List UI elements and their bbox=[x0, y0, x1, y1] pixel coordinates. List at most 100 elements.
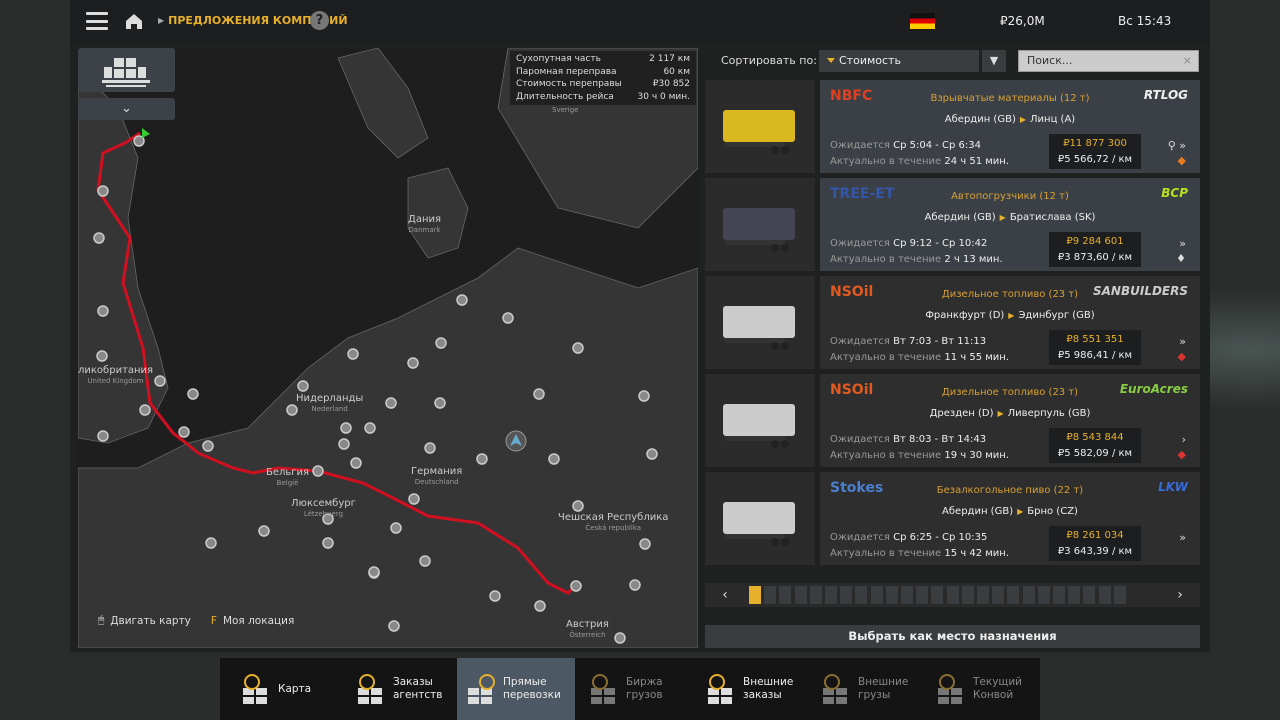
hazard-icon: ◆ bbox=[1177, 350, 1186, 363]
page-indicator[interactable] bbox=[931, 586, 944, 604]
urgency-icon: › bbox=[1181, 433, 1186, 446]
job-offer-row[interactable]: TREE-ET Автопогрузчики (12 т) BCP Аберди… bbox=[705, 178, 1200, 271]
expected-label: Ожидается bbox=[830, 336, 890, 347]
tab-freight-market[interactable]: Биржа грузов bbox=[588, 658, 663, 720]
help-button[interactable]: ? bbox=[310, 11, 329, 30]
page-indicator[interactable] bbox=[1083, 586, 1096, 604]
origin: Абердин (GB) bbox=[944, 114, 1016, 125]
job-offer-row[interactable]: Stokes Безалкогольное пиво (22 т) LKW Аб… bbox=[705, 472, 1200, 565]
page-indicator[interactable] bbox=[1022, 586, 1035, 604]
prev-page-button[interactable]: ‹ bbox=[705, 583, 745, 607]
current-convoy-icon bbox=[938, 674, 962, 704]
tab-label: Заказы bbox=[393, 676, 433, 688]
valid-label: Актуально в течение bbox=[830, 351, 942, 363]
cargo-name: Автопогрузчики (12 т) bbox=[951, 191, 1069, 202]
page-indicator[interactable] bbox=[1007, 586, 1020, 604]
sort-label: Сортировать по: bbox=[721, 54, 817, 67]
page-indicator[interactable] bbox=[1098, 586, 1111, 604]
mouse-icon: 🖱 bbox=[98, 614, 105, 626]
sort-select[interactable]: Стоимость bbox=[819, 50, 979, 72]
route: Абердин (GB) ▶ Братислава (SK) bbox=[820, 212, 1200, 223]
page-indicator[interactable] bbox=[764, 586, 777, 604]
page-indicator[interactable] bbox=[1068, 586, 1081, 604]
page-indicator[interactable] bbox=[840, 586, 853, 604]
valid-label: Актуально в течение bbox=[830, 547, 942, 559]
money-balance: ₽26,0M bbox=[1000, 14, 1045, 28]
route: Дрезден (D) ▶ Ливерпуль (GB) bbox=[820, 408, 1200, 419]
tab-current-convoy[interactable]: Текущий Конвой bbox=[935, 658, 1022, 720]
page-indicator[interactable] bbox=[901, 586, 913, 604]
route-map[interactable]: Дания Danmark ликобритания United Kingdom … bbox=[78, 48, 698, 648]
total-price: ₽8 551 351 bbox=[1066, 334, 1124, 345]
page-indicator[interactable] bbox=[1037, 586, 1050, 604]
price-box: ₽8 543 844 ₽5 582,09 / км bbox=[1049, 428, 1141, 463]
tab-external-cargo[interactable]: Внешние грузы bbox=[820, 658, 908, 720]
map-label-netherlands: Нидерланды Nederland bbox=[296, 393, 364, 413]
page-indicator[interactable] bbox=[855, 586, 868, 604]
map-canvas[interactable] bbox=[78, 48, 698, 648]
home-icon[interactable] bbox=[125, 13, 143, 30]
page-indicator[interactable] bbox=[992, 586, 1005, 604]
tab-label: Карта bbox=[278, 682, 312, 695]
tab-sublabel: перевозки bbox=[503, 689, 561, 701]
page-indicator[interactable] bbox=[1053, 586, 1065, 604]
valid-time: 19 ч 30 мин. bbox=[944, 449, 1010, 461]
tab-external-contracts[interactable]: Внешние заказы bbox=[705, 658, 793, 720]
destination: Линц (A) bbox=[1030, 114, 1076, 125]
arrow-icon: ▶ bbox=[999, 213, 1006, 222]
expected-time: Вт 8:03 - Вт 14:43 bbox=[893, 434, 987, 445]
page-indicator[interactable] bbox=[749, 586, 761, 604]
next-page-button[interactable]: › bbox=[1160, 583, 1200, 607]
page-indicator[interactable] bbox=[809, 586, 822, 604]
tab-map[interactable]: Карта bbox=[240, 658, 311, 720]
job-offer-row[interactable]: NSOil Дизельное топливо (23 т) SANBUILDE… bbox=[705, 276, 1200, 369]
destination: Брно (CZ) bbox=[1027, 506, 1078, 517]
trailer-image bbox=[705, 374, 815, 467]
clear-search-icon[interactable]: × bbox=[1183, 51, 1192, 71]
page-indicator[interactable] bbox=[885, 586, 898, 604]
job-offer-row[interactable]: NSOil Дизельное топливо (23 т) EuroAcres… bbox=[705, 374, 1200, 467]
tab-label: Прямые bbox=[503, 676, 547, 688]
page-indicator[interactable] bbox=[825, 586, 837, 604]
client-logo: EuroAcres bbox=[1119, 382, 1188, 396]
total-price: ₽9 284 601 bbox=[1066, 236, 1124, 247]
search-input[interactable]: Поиск... × bbox=[1018, 50, 1199, 72]
price-per-km: ₽5 582,09 / км bbox=[1057, 448, 1133, 459]
map-label-luxembourg: Люксембург Lëtzebuerg bbox=[291, 498, 356, 518]
map-icon bbox=[243, 674, 267, 704]
page-indicator[interactable] bbox=[961, 586, 974, 604]
route: Франкфурт (D) ▶ Эдинбург (GB) bbox=[820, 310, 1200, 321]
page-indicator[interactable] bbox=[977, 586, 989, 604]
arrow-icon: ▶ bbox=[1017, 507, 1024, 516]
job-offer-row[interactable]: NBFC Взрывчатые материалы (12 т) RTLOG А… bbox=[705, 80, 1200, 173]
expected-label: Ожидается bbox=[830, 140, 890, 151]
cargo-filter-button[interactable] bbox=[78, 48, 175, 92]
tab-sublabel: заказы bbox=[743, 689, 782, 701]
urgency-icon: ⚲ » bbox=[1167, 139, 1186, 152]
agency-jobs-icon bbox=[358, 674, 382, 704]
page-indicator[interactable] bbox=[916, 586, 929, 604]
external-cargo-icon bbox=[823, 674, 847, 704]
tab-direct-jobs[interactable]: Прямые перевозки bbox=[457, 658, 575, 720]
select-destination-button[interactable]: Выбрать как место назначения bbox=[705, 625, 1200, 648]
my-location-button[interactable]: Моя локация bbox=[223, 615, 294, 627]
map-label-denmark: Дания Danmark bbox=[408, 214, 441, 234]
top-bar: ▶ ПРЕДЛОЖЕНИЯ КОМПАНИЙ ? ₽26,0M Вс 15:43 bbox=[70, 0, 1210, 42]
expand-chevron-button[interactable]: ⌄ bbox=[78, 98, 175, 120]
map-label-czechia: Чешская Республика Česká republika bbox=[558, 512, 669, 532]
total-price: ₽8 543 844 bbox=[1066, 432, 1124, 443]
sort-dropdown-button[interactable]: ▼ bbox=[982, 50, 1006, 72]
page-indicator[interactable] bbox=[1113, 586, 1126, 604]
tab-agency-jobs[interactable]: Заказы агентств bbox=[355, 658, 442, 720]
urgency-icon: » bbox=[1179, 531, 1186, 544]
hint-key: F bbox=[210, 614, 217, 627]
page-indicator[interactable] bbox=[870, 586, 883, 604]
page-indicator[interactable] bbox=[794, 586, 807, 604]
trailer-image bbox=[705, 472, 815, 565]
page-indicator[interactable] bbox=[946, 586, 959, 604]
expected-label: Ожидается bbox=[830, 238, 890, 249]
menu-icon[interactable] bbox=[86, 12, 108, 30]
destination: Ливерпуль (GB) bbox=[1007, 408, 1091, 419]
total-price: ₽11 877 300 bbox=[1063, 138, 1127, 149]
page-indicator[interactable] bbox=[779, 586, 792, 604]
